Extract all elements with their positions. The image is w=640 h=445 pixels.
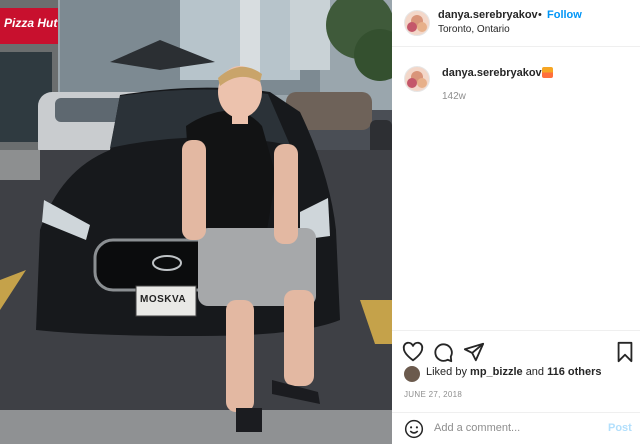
share-icon[interactable] (463, 341, 485, 363)
caption-age[interactable]: 142w (442, 91, 466, 102)
likes-count[interactable]: 116 others (547, 366, 601, 378)
comment-icon[interactable] (432, 341, 454, 363)
avatar-image (407, 15, 427, 32)
comment-input[interactable] (432, 421, 596, 435)
location-link[interactable]: Toronto, Ontario (438, 24, 510, 35)
bookmark-icon[interactable] (614, 341, 636, 363)
likes-summary: Liked by mp_bizzle and 116 others (426, 366, 602, 378)
emoji-icon[interactable] (404, 419, 424, 439)
caption-avatar[interactable] (404, 66, 430, 92)
post-header: danya.serebryakov • Follow Toronto, Onta… (392, 0, 640, 47)
avatar[interactable] (404, 10, 430, 36)
likes-prefix: Liked by (426, 366, 467, 378)
liked-by-username[interactable]: mp_bizzle (470, 366, 523, 378)
heart-icon[interactable] (402, 341, 424, 363)
post-sidebar: danya.serebryakov • Follow Toronto, Onta… (392, 0, 640, 444)
comment-bar: Post (392, 412, 640, 445)
caption-avatar-image (407, 71, 427, 88)
photo-illustration (0, 0, 392, 444)
header-username[interactable]: danya.serebryakov (438, 9, 538, 21)
license-plate-text: MOSKVA (140, 294, 187, 305)
post-date[interactable]: JUNE 27, 2018 (404, 390, 462, 399)
liked-by-avatar[interactable] (404, 366, 420, 382)
likes-connector: and (525, 366, 545, 378)
post-comment-button[interactable]: Post (608, 422, 632, 434)
separator-dot: • (538, 9, 542, 21)
post-photo[interactable]: Pizza Hut MOSKVA (0, 0, 392, 444)
store-sign-text: Pizza Hut (4, 16, 58, 30)
caption-username[interactable]: danya.serebryakov (442, 67, 542, 79)
sunset-emoji-icon (542, 67, 553, 78)
follow-button[interactable]: Follow (547, 9, 582, 21)
